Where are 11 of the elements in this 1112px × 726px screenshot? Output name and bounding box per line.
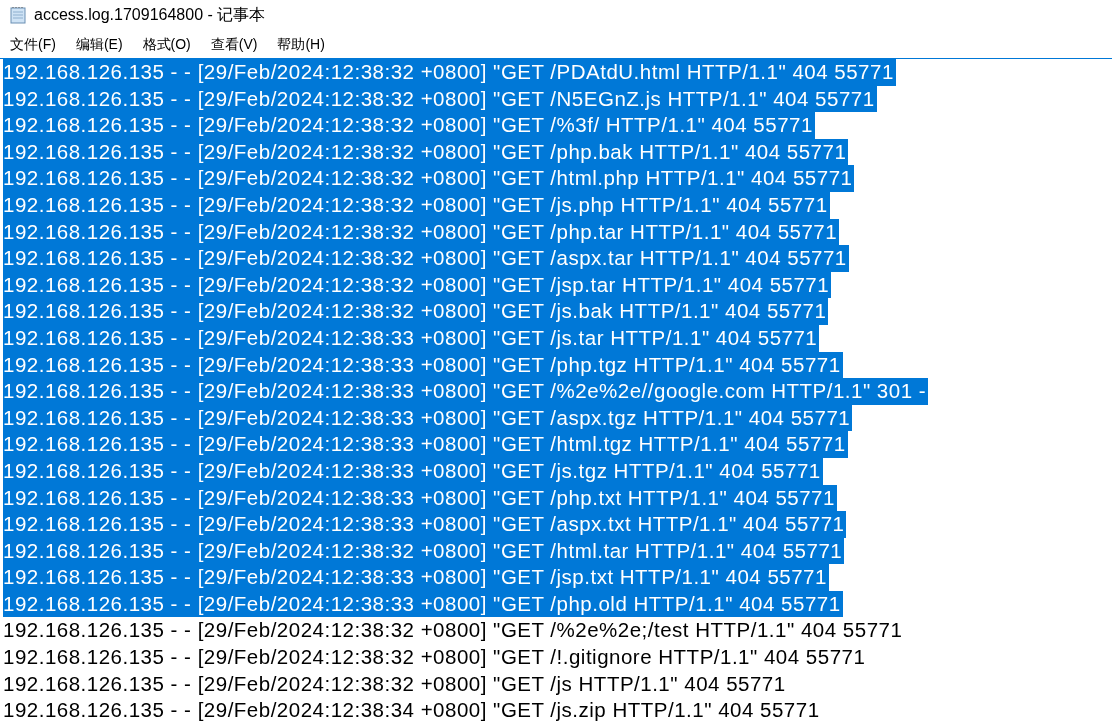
menu-item[interactable]: 查看(V) (204, 34, 264, 54)
notepad-icon (10, 6, 26, 24)
log-line: 192.168.126.135 - - [29/Feb/2024:12:38:32 +0800] "GET /%2e%2e;/test HTTP/1.1" 404 55771 (3, 617, 904, 644)
menu-item[interactable]: 文件(F) (4, 34, 62, 54)
log-line: 192.168.126.135 - - [29/Feb/2024:12:38:32 +0800] "GET /!.gitignore HTTP/1.1" 404 55771 (3, 644, 867, 671)
menu-item[interactable]: 格式(O) (136, 34, 197, 54)
log-line: 192.168.126.135 - - [29/Feb/2024:12:38:32 +0800] "GET /js HTTP/1.1" 404 55771 (3, 670, 787, 697)
window-title: access.log.1709164800 - 记事本 (34, 5, 266, 25)
log-line: 192.168.126.135 - - [29/Feb/2024:12:38:34 +0800] "GET /js.zip HTTP/1.1" 404 55771 (3, 697, 821, 724)
menu-item[interactable]: 帮助(H) (271, 34, 331, 54)
menu-item[interactable]: 编辑(E) (69, 34, 129, 54)
